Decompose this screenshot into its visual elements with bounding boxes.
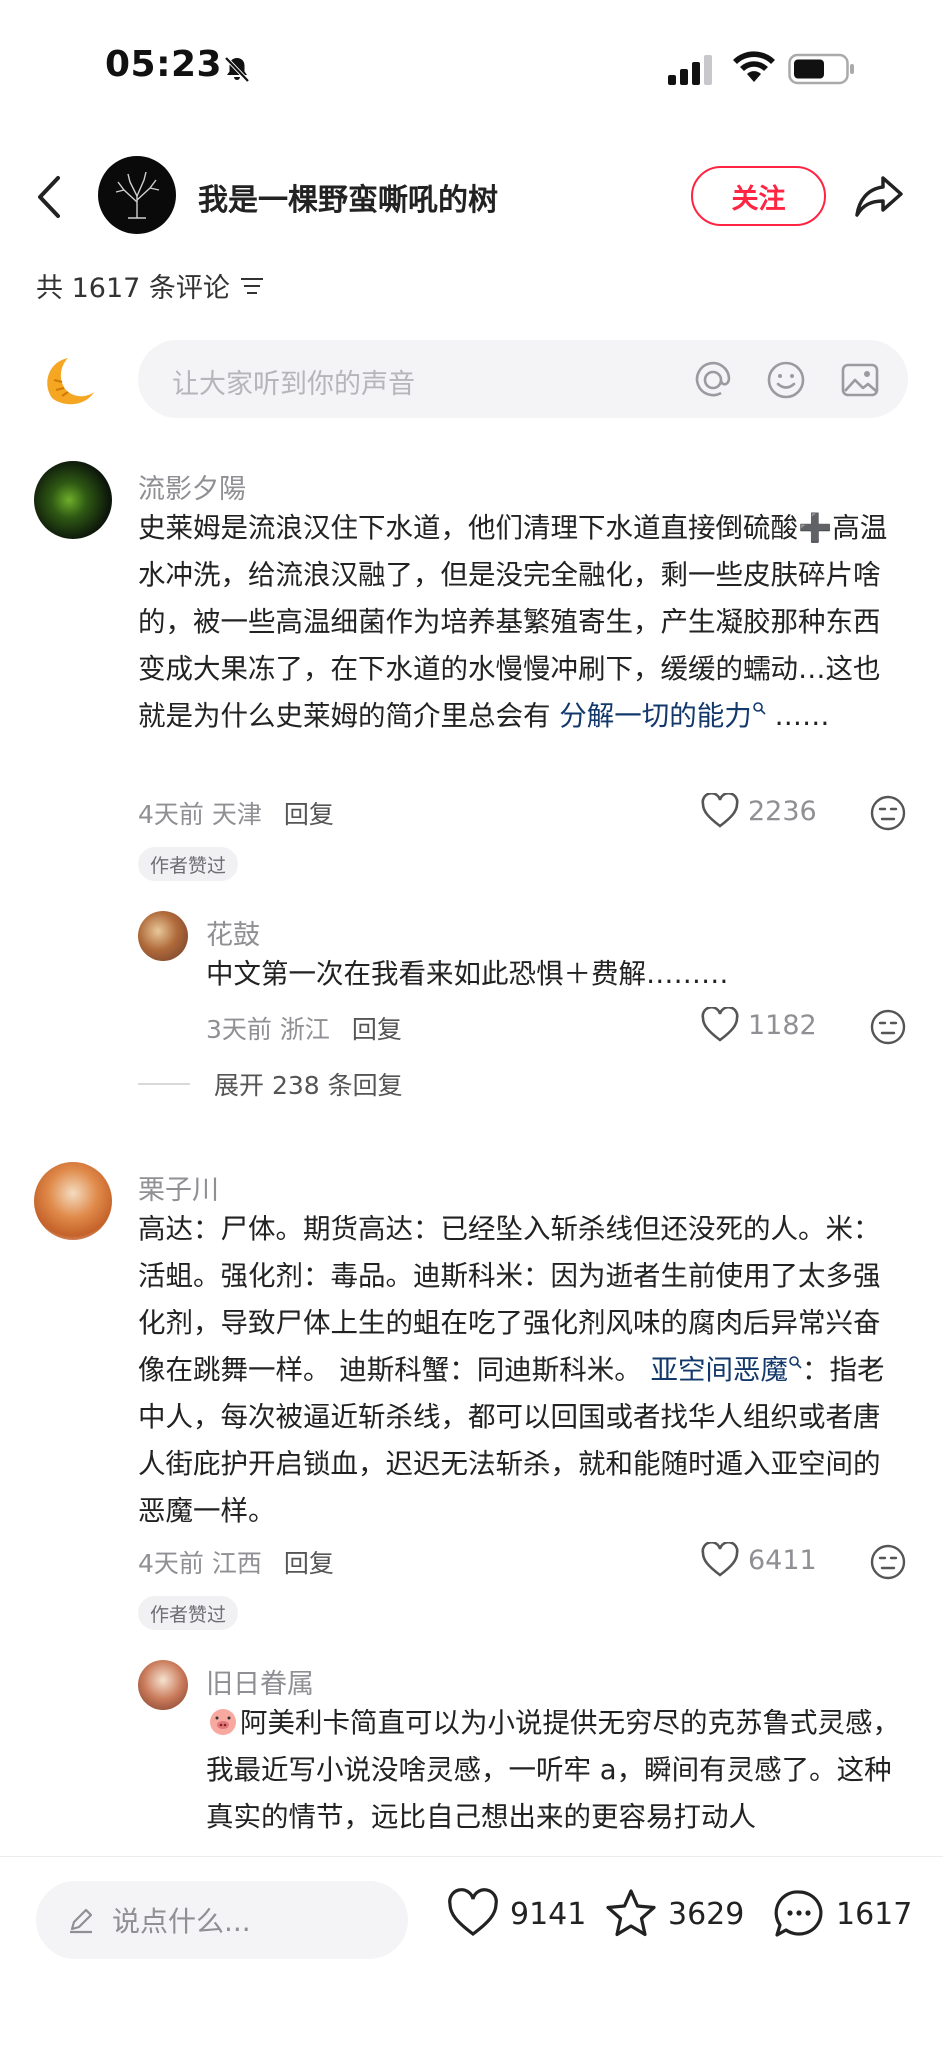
comment-input-placeholder: 让大家听到你的声音: [172, 369, 415, 400]
replier-name[interactable]: 旧日眷属: [206, 1662, 314, 1701]
search-icon: [789, 1356, 802, 1369]
reply-time-text: 3天前: [206, 1015, 272, 1044]
commenter-name[interactable]: 流影夕陽: [138, 467, 246, 506]
expand-replies-button[interactable]: 展开 238 条回复: [138, 1066, 403, 1102]
comment-text-main: 史莱姆是流浪汉住下水道，他们清理下水道直接倒硫酸➕高温水冲洗，给流浪汉融了，但是…: [138, 512, 888, 732]
share-icon[interactable]: [853, 172, 905, 220]
replier-name[interactable]: 花鼓: [206, 913, 260, 952]
battery-icon: [788, 53, 854, 85]
heart-icon: [448, 1888, 498, 1937]
reply-button[interactable]: 回复: [284, 795, 334, 831]
reply-button[interactable]: 回复: [284, 1544, 334, 1580]
reply-text: 阿美利卡简直可以为小说提供无穷尽的克苏鲁式灵感，我最近写小说没啥灵感，一听牢 a…: [206, 1700, 906, 1840]
status-bar: 05:23: [0, 0, 943, 140]
commenter-avatar[interactable]: [34, 461, 112, 539]
heart-icon: [701, 1007, 739, 1042]
pencil-icon: [70, 1908, 93, 1934]
comment-location: 江西: [211, 1549, 262, 1578]
comment-like-button[interactable]: 2236: [700, 793, 817, 829]
say-something-input[interactable]: 说点什么...: [36, 1881, 408, 1959]
search-keyword-text: 亚空间恶魔: [650, 1354, 788, 1386]
bottom-action-bar: 说点什么... 9141 3629 1617: [0, 1856, 943, 2048]
cellular-signal-icon: [668, 55, 712, 85]
dislike-face-icon[interactable]: [868, 793, 908, 833]
comment-text-tail: ……: [765, 700, 830, 732]
note-like-count: 9141: [510, 1896, 587, 1932]
comment-count: 共 1617 条评论: [36, 266, 264, 305]
comment-count-text: 共 1617 条评论: [36, 273, 230, 304]
search-keyword-text: 分解一切的能力: [559, 700, 752, 732]
reply-like-count: 1182: [748, 1009, 817, 1041]
reply-like-button[interactable]: 1182: [700, 1007, 817, 1043]
tree-logo-icon: [115, 171, 160, 219]
reply-text: 中文第一次在我看来如此恐惧＋费解………: [206, 958, 729, 990]
comment-time: 4天前 天津: [138, 795, 262, 831]
comment-input[interactable]: 让大家听到你的声音: [138, 340, 908, 418]
croissant-avatar-icon: [47, 358, 94, 405]
commenter-avatar[interactable]: [34, 1162, 112, 1240]
dislike-face-icon[interactable]: [868, 1007, 908, 1047]
heart-icon: [701, 793, 739, 828]
author-avatar[interactable]: [98, 156, 176, 234]
comment-meta: 4天前 江西 回复: [138, 1544, 334, 1580]
note-comment-count: 1617: [836, 1896, 913, 1932]
say-something-placeholder: 说点什么...: [112, 1905, 251, 1938]
note-favorite-button[interactable]: 3629: [604, 1887, 744, 1941]
image-picker-icon[interactable]: [838, 358, 882, 402]
comment-time: 4天前 江西: [138, 1544, 262, 1580]
comment-location: 天津: [211, 800, 262, 829]
reply-location: 浙江: [279, 1015, 330, 1044]
emoji-icon[interactable]: [764, 358, 808, 402]
expand-replies-label: 展开 238 条回复: [214, 1071, 403, 1100]
comment-time-text: 4天前: [138, 800, 204, 829]
note-header: 我是一棵野蛮嘶吼的树 关注: [0, 150, 943, 250]
sort-icon[interactable]: [240, 276, 264, 296]
search-keyword-link[interactable]: 亚空间恶魔: [650, 1354, 802, 1386]
follow-button[interactable]: 关注: [691, 166, 826, 226]
status-time: 05:23: [105, 44, 223, 85]
comment-bubble-icon: [774, 1890, 823, 1937]
at-mention-icon[interactable]: [691, 358, 735, 402]
note-favorite-count: 3629: [668, 1896, 745, 1932]
comment-meta: 4天前 天津 回复: [138, 795, 334, 831]
wifi-icon: [733, 51, 775, 82]
bell-off-icon: [224, 56, 250, 83]
note-comment-button[interactable]: 1617: [772, 1887, 912, 1941]
reply-button[interactable]: 回复: [352, 1010, 402, 1046]
comment-composer-row: 让大家听到你的声音: [0, 340, 943, 420]
comment-text: 史莱姆是流浪汉住下水道，他们清理下水道直接倒硫酸➕高温水冲洗，给流浪汉融了，但是…: [138, 505, 893, 740]
expand-divider: [138, 1083, 190, 1085]
commenter-name[interactable]: 栗子川: [138, 1168, 219, 1207]
pig-emoji-icon: [210, 1709, 236, 1735]
replier-avatar[interactable]: [138, 911, 188, 961]
comment-like-count: 2236: [748, 795, 817, 827]
dislike-face-icon[interactable]: [868, 1542, 908, 1582]
comment-text: 高达：尸体。期货高达：已经坠入斩杀线但还没死的人。米：活蛆。强化剂：毒品。迪斯科…: [138, 1206, 900, 1535]
comment-like-count: 6411: [748, 1544, 817, 1576]
author-name[interactable]: 我是一棵野蛮嘶吼的树: [198, 175, 498, 219]
reply-meta: 3天前 浙江 回复: [206, 1010, 402, 1046]
reply-text-main: 阿美利卡简直可以为小说提供无穷尽的克苏鲁式灵感，我最近写小说没啥灵感，一听牢 a…: [206, 1707, 900, 1833]
search-icon: [752, 702, 766, 715]
back-chevron-icon[interactable]: [30, 172, 70, 222]
search-keyword-link[interactable]: 分解一切的能力: [559, 700, 766, 732]
reply-time: 3天前 浙江: [206, 1010, 330, 1046]
author-liked-badge: 作者赞过: [138, 847, 239, 881]
comment-like-button[interactable]: 6411: [700, 1542, 817, 1578]
star-icon: [606, 1889, 656, 1937]
note-like-button[interactable]: 9141: [446, 1887, 586, 1941]
author-liked-badge: 作者赞过: [138, 1596, 239, 1630]
comment-time-text: 4天前: [138, 1549, 204, 1578]
heart-icon: [701, 1542, 739, 1577]
replier-avatar[interactable]: [138, 1660, 188, 1710]
